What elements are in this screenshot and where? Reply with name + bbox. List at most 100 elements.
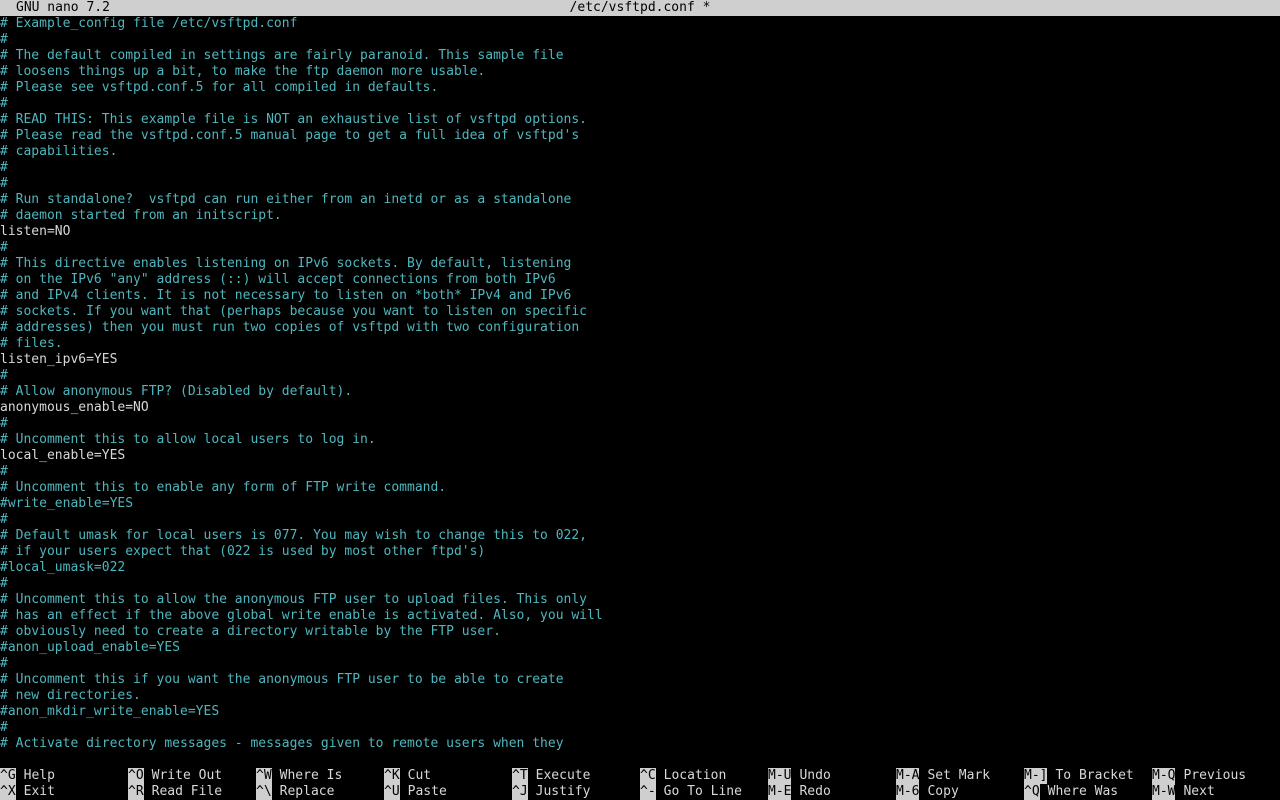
shortcut-location[interactable]: ^C Location [640,768,726,784]
comment-line[interactable]: # Default umask for local users is 077. … [0,528,1280,544]
comment-line[interactable]: # [0,368,1280,384]
comment-line[interactable]: #anon_upload_enable=YES [0,640,1280,656]
comment-line[interactable]: #anon_mkdir_write_enable=YES [0,704,1280,720]
shortcut-label: Justify [535,784,591,799]
comment-line[interactable]: # READ THIS: This example file is NOT an… [0,112,1280,128]
comment-line[interactable]: # [0,720,1280,736]
shortcut-key: ^J [512,784,528,800]
shortcut-undo[interactable]: M-U Undo [768,768,831,784]
shortcut-exit[interactable]: ^X Exit [0,784,55,800]
comment-line[interactable]: # [0,240,1280,256]
shortcut-label: Where Was [1047,784,1119,799]
comment-line[interactable]: # [0,96,1280,112]
comment-line[interactable]: # Example_config file /etc/vsftpd.conf [0,16,1280,32]
shortcut-key: ^T [512,768,528,784]
shortcut-key: ^C [640,768,656,784]
comment-line[interactable]: # loosens things up a bit, to make the f… [0,64,1280,80]
shortcut-label: Replace [279,784,335,799]
comment-line[interactable]: # Run standalone? vsftpd can run either … [0,192,1280,208]
comment-line[interactable]: # files. [0,336,1280,352]
shortcut-label: Paste [407,784,447,799]
shortcut-previous[interactable]: M-Q Previous [1152,768,1246,784]
comment-line[interactable]: # has an effect if the above global writ… [0,608,1280,624]
shortcut-label: Execute [535,768,591,783]
comment-line[interactable]: # addresses) then you must run two copie… [0,320,1280,336]
comment-line[interactable]: # [0,576,1280,592]
shortcut-where-was[interactable]: ^Q Where Was [1024,784,1118,800]
shortcut-label: Write Out [151,768,223,783]
comment-line[interactable]: # daemon started from an initscript. [0,208,1280,224]
comment-line[interactable]: # [0,464,1280,480]
comment-line[interactable]: # [0,160,1280,176]
shortcut-write-out[interactable]: ^O Write Out [128,768,222,784]
shortcut-justify[interactable]: ^J Justify [512,784,590,800]
comment-line[interactable]: # The default compiled in settings are f… [0,48,1280,64]
shortcut-copy[interactable]: M-6 Copy [896,784,959,800]
comment-line[interactable]: # on the IPv6 "any" address (::) will ac… [0,272,1280,288]
shortcut-key: ^W [256,768,272,784]
comment-line[interactable]: # [0,176,1280,192]
shortcut-label: To Bracket [1055,768,1134,783]
comment-line[interactable]: # capabilities. [0,144,1280,160]
shortcut-key: M-] [1024,768,1048,784]
shortcut-key: M-6 [896,784,920,800]
shortcut-set-mark[interactable]: M-A Set Mark [896,768,990,784]
comment-line[interactable]: # This directive enables listening on IP… [0,256,1280,272]
comment-line[interactable]: # Uncomment this to allow the anonymous … [0,592,1280,608]
shortcut-read-file[interactable]: ^R Read File [128,784,222,800]
comment-line[interactable]: # [0,416,1280,432]
config-line[interactable]: anonymous_enable=NO [0,400,1280,416]
shortcut-where-is[interactable]: ^W Where Is [256,768,342,784]
comment-line[interactable]: # Please read the vsftpd.conf.5 manual p… [0,128,1280,144]
shortcut-paste[interactable]: ^U Paste [384,784,447,800]
shortcut-key: M-Q [1152,768,1176,784]
shortcut-label: Exit [23,784,55,799]
shortcut-label: Redo [799,784,831,799]
shortcut-help[interactable]: ^G Help [0,768,55,784]
config-line[interactable]: local_enable=YES [0,448,1280,464]
config-line[interactable]: listen=NO [0,224,1280,240]
comment-line[interactable]: # Uncomment this to enable any form of F… [0,480,1280,496]
comment-line[interactable]: # obviously need to create a directory w… [0,624,1280,640]
shortcut-next[interactable]: M-W Next [1152,784,1215,800]
comment-line[interactable]: # and IPv4 clients. It is not necessary … [0,288,1280,304]
shortcut-to-bracket[interactable]: M-] To Bracket [1024,768,1134,784]
shortcut-key: M-E [768,784,792,800]
shortcut-redo[interactable]: M-E Redo [768,784,831,800]
shortcut-key: ^K [384,768,400,784]
comment-line[interactable]: # sockets. If you want that (perhaps bec… [0,304,1280,320]
shortcut-label: Copy [927,784,959,799]
shortcut-label: Where Is [279,768,343,783]
shortcut-execute[interactable]: ^T Execute [512,768,590,784]
comment-line[interactable]: # [0,512,1280,528]
comment-line[interactable]: #write_enable=YES [0,496,1280,512]
shortcut-label: Go To Line [663,784,742,799]
comment-line[interactable]: # Allow anonymous FTP? (Disabled by defa… [0,384,1280,400]
shortcut-bar: ^G Help ^X Exit ^O Write Out ^R Read File ^W Wher… [0,768,1280,800]
shortcut-label: Location [663,768,727,783]
shortcut-label: Next [1183,784,1215,799]
shortcut-label: Set Mark [927,768,991,783]
shortcut-cut[interactable]: ^K Cut [384,768,431,784]
editor-text-area[interactable]: # Example_config file /etc/vsftpd.conf # #… [0,16,1280,752]
shortcut-key: M-W [1152,784,1176,800]
comment-line[interactable]: # [0,32,1280,48]
comment-line[interactable]: # Uncomment this to allow local users to… [0,432,1280,448]
shortcut-label: Previous [1183,768,1247,783]
comment-line[interactable]: # Activate directory messages - messages… [0,736,1280,752]
shortcut-label: Help [23,768,55,783]
comment-line[interactable]: # Uncomment this if you want the anonymo… [0,672,1280,688]
shortcut-go-to-line[interactable]: ^- Go To Line [640,784,742,800]
comment-line[interactable]: # new directories. [0,688,1280,704]
comment-line[interactable]: # if your users expect that (022 is used… [0,544,1280,560]
shortcut-replace[interactable]: ^\ Replace [256,784,334,800]
comment-line[interactable]: #local_umask=022 [0,560,1280,576]
comment-line[interactable]: # [0,656,1280,672]
config-line[interactable]: listen_ipv6=YES [0,352,1280,368]
title-bar: /etc/vsftpd.conf * GNU nano 7.2 [0,0,1280,16]
shortcut-label: Cut [407,768,432,783]
shortcut-key: M-A [896,768,920,784]
shortcut-key: M-U [768,768,792,784]
comment-line[interactable]: # Please see vsftpd.conf.5 for all compi… [0,80,1280,96]
shortcut-key: ^R [128,784,144,800]
